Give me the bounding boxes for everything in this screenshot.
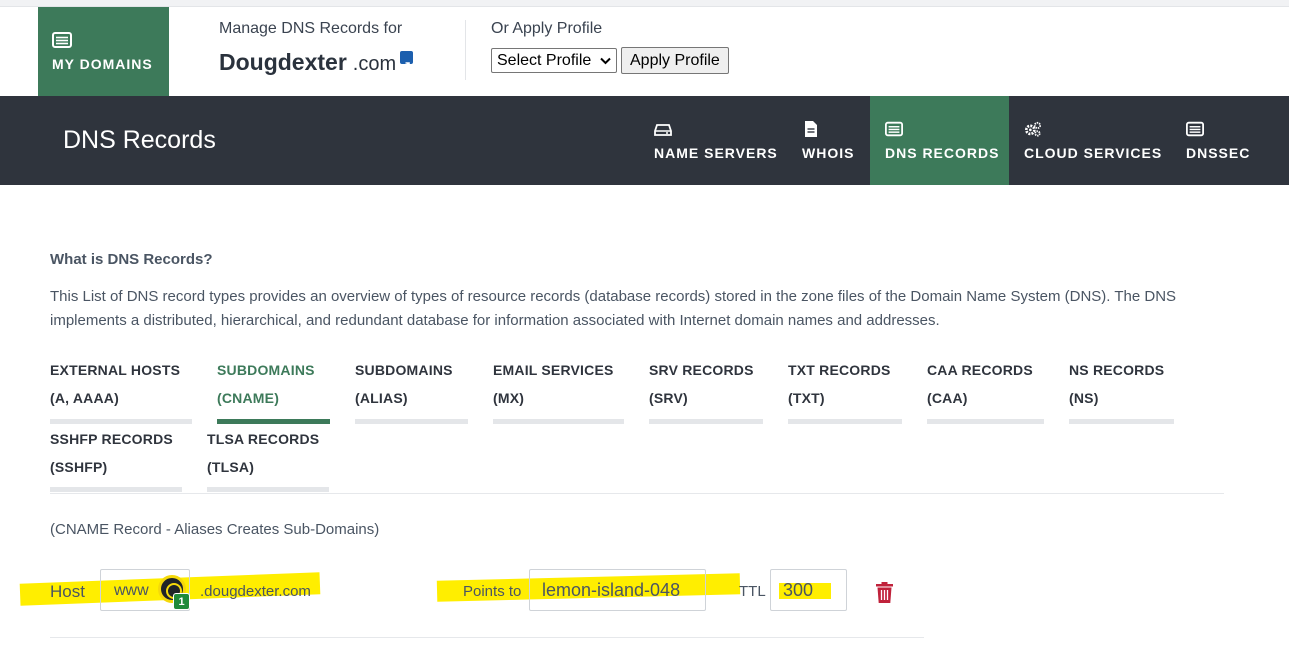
- tab-line1: TLSA RECORDS: [207, 431, 320, 447]
- profile-label: Or Apply Profile: [491, 20, 603, 37]
- tab-email-services[interactable]: EMAIL SERVICES (MX): [493, 356, 624, 424]
- tab-line2: (NS): [1069, 390, 1099, 406]
- domain-title: Dougdexter .com: [219, 49, 414, 76]
- domain-tld: .com: [352, 53, 397, 75]
- apply-profile-block: Or Apply Profile Select Profile Apply Pr…: [491, 20, 729, 74]
- tab-line2: (TXT): [788, 390, 825, 406]
- tab-line2: (MX): [493, 390, 525, 406]
- tab-line2: (CNAME): [217, 390, 280, 406]
- tab-ns-records[interactable]: NS RECORDS (NS): [1069, 356, 1174, 424]
- tab-line2: (SRV): [649, 390, 688, 406]
- dns-navbar: DNS Records NAME SERVERS WHOIS DNS RECOR…: [0, 96, 1289, 185]
- what-is-heading: What is DNS Records?: [50, 251, 213, 268]
- tab-line2: (A, AAAA): [50, 390, 119, 406]
- tab-underline: [207, 487, 329, 492]
- nav-dnssec[interactable]: DNSSEC: [1171, 96, 1250, 185]
- document-icon: [805, 120, 817, 137]
- description-text: This List of DNS record types provides a…: [50, 288, 1177, 329]
- apply-profile-button[interactable]: Apply Profile: [621, 47, 729, 74]
- external-link-icon[interactable]: [400, 51, 414, 69]
- password-count-badge: 1: [173, 593, 190, 610]
- tab-underline: [788, 419, 902, 424]
- tab-line2: (SSHFP): [50, 459, 108, 475]
- tab-underline: [217, 419, 330, 424]
- tab-underline: [355, 419, 468, 424]
- nav-label: DNSSEC: [1186, 144, 1251, 161]
- nav-whois[interactable]: WHOIS: [787, 96, 854, 185]
- chevron-down-icon: [600, 57, 611, 64]
- manage-label: Manage DNS Records for: [219, 20, 403, 37]
- tab-tlsa-records[interactable]: TLSA RECORDS (TLSA): [207, 425, 329, 492]
- my-domains-button[interactable]: MY DOMAINS: [38, 7, 169, 96]
- tabs-divider: [50, 493, 1224, 494]
- record-divider: [50, 637, 924, 638]
- manage-dns-block: Manage DNS Records for Dougdexter .com: [219, 20, 414, 76]
- nav-label: CLOUD SERVICES: [1024, 144, 1163, 161]
- list-icon: [885, 121, 903, 136]
- tab-line1: SUBDOMAINS: [217, 362, 315, 378]
- points-to-label: Points to: [463, 583, 522, 600]
- host-suffix: .dougdexter.com: [200, 583, 311, 600]
- tab-line1: SRV RECORDS: [649, 362, 754, 378]
- nav-dns-records[interactable]: DNS RECORDS: [870, 96, 1009, 185]
- header-divider: [465, 20, 466, 80]
- cname-note: (CNAME Record - Aliases Creates Sub-Doma…: [50, 521, 380, 538]
- tab-external-hosts[interactable]: EXTERNAL HOSTS (A, AAAA): [50, 356, 192, 424]
- tab-line2: (ALIAS): [355, 390, 408, 406]
- tab-txt-records[interactable]: TXT RECORDS (TXT): [788, 356, 902, 424]
- profile-select[interactable]: Select Profile: [491, 48, 617, 73]
- nav-label: NAME SERVERS: [654, 144, 778, 161]
- my-domains-label: MY DOMAINS: [52, 55, 153, 72]
- tab-caa-records[interactable]: CAA RECORDS (CAA): [927, 356, 1044, 424]
- top-edge: [0, 0, 1289, 7]
- tab-line2: (CAA): [927, 390, 968, 406]
- nav-label: WHOIS: [802, 144, 855, 161]
- tab-line2: (TLSA): [207, 459, 255, 475]
- list-icon: [52, 31, 72, 48]
- tab-line1: CAA RECORDS: [927, 362, 1033, 378]
- tab-subdomains-alias[interactable]: SUBDOMAINS (ALIAS): [355, 356, 468, 424]
- tab-underline: [927, 419, 1044, 424]
- host-value: www: [114, 582, 149, 599]
- nav-name-servers[interactable]: NAME SERVERS: [639, 96, 778, 185]
- tab-sshfp-records[interactable]: SSHFP RECORDS (SSHFP): [50, 425, 182, 492]
- nav-label: DNS RECORDS: [885, 144, 1000, 161]
- ttl-label: TTL: [739, 583, 766, 600]
- list-icon: [1186, 121, 1204, 136]
- profile-select-value: Select Profile: [497, 51, 592, 69]
- tab-line1: EMAIL SERVICES: [493, 362, 614, 378]
- tab-underline: [1069, 419, 1174, 424]
- tab-line1: SSHFP RECORDS: [50, 431, 173, 447]
- tab-underline: [50, 419, 192, 424]
- domain-name: Dougdexter: [219, 49, 347, 75]
- tab-line1: EXTERNAL HOSTS: [50, 362, 181, 378]
- tab-subdomains-cname[interactable]: SUBDOMAINS (CNAME): [217, 356, 330, 424]
- tab-srv-records[interactable]: SRV RECORDS (SRV): [649, 356, 763, 424]
- tab-underline: [649, 419, 763, 424]
- tab-line1: TXT RECORDS: [788, 362, 891, 378]
- tab-underline: [50, 487, 182, 492]
- trash-icon[interactable]: [876, 582, 893, 603]
- tab-underline: [493, 419, 624, 424]
- nav-cloud-services[interactable]: CLOUD SERVICES: [1009, 96, 1162, 185]
- hdd-icon: [654, 123, 672, 136]
- page-title: DNS Records: [63, 126, 216, 154]
- tab-line1: SUBDOMAINS: [355, 362, 453, 378]
- ttl-value: 300: [783, 580, 814, 600]
- points-to-value: lemon-island-048: [542, 580, 681, 600]
- gears-icon: [1025, 121, 1041, 137]
- host-label: Host: [50, 582, 85, 601]
- tab-line1: NS RECORDS: [1069, 362, 1165, 378]
